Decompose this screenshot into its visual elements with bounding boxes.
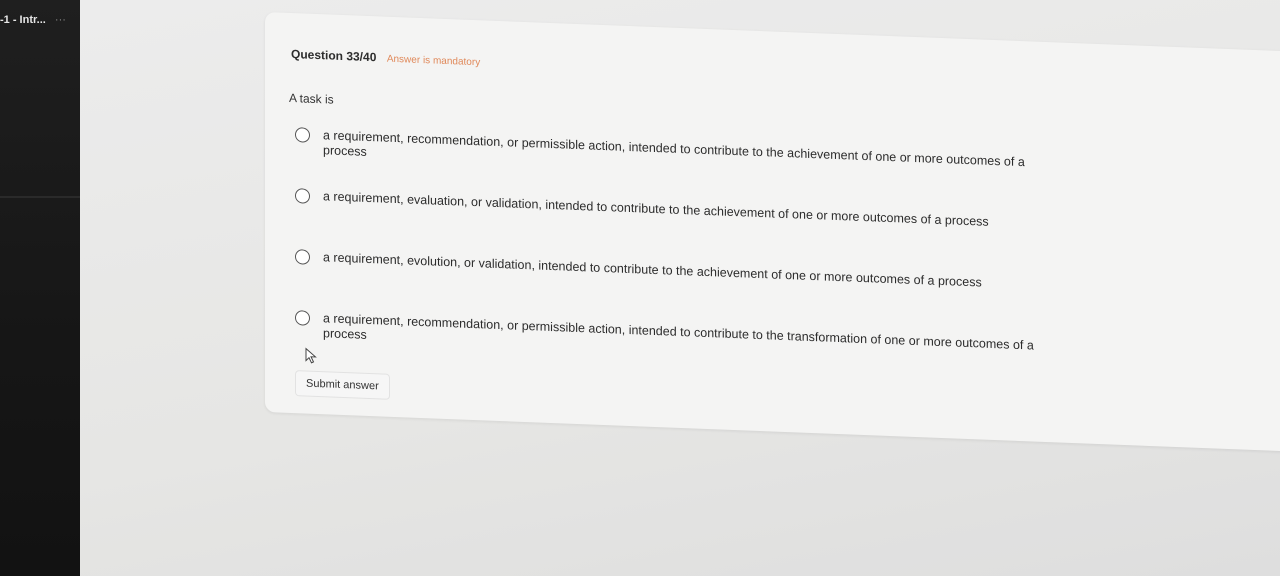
question-text: A task is — [289, 90, 334, 107]
radio-unchecked-icon[interactable] — [295, 310, 310, 326]
answer-option-3[interactable]: a requirement, evolution, or validation,… — [295, 249, 1055, 290]
answer-option-4[interactable]: a requirement, recommendation, or permis… — [295, 310, 1055, 353]
question-card: Question 33/40 Answer is mandatory A tas… — [265, 12, 1280, 453]
main-area: Question 33/40 Answer is mandatory A tas… — [80, 0, 1280, 576]
answer-option-label: a requirement, recommendation, or permis… — [323, 128, 1025, 170]
radio-unchecked-icon[interactable] — [295, 188, 310, 204]
submit-answer-button[interactable]: Submit answer — [295, 370, 390, 400]
radio-unchecked-icon[interactable] — [295, 127, 310, 143]
window-tab[interactable]: -1 - Intr... ··· — [0, 14, 66, 26]
answer-option-1[interactable]: a requirement, recommendation, or permis… — [295, 127, 1055, 169]
question-header: Question 33/40 Answer is mandatory — [291, 45, 480, 70]
sidebar-divider — [0, 196, 80, 198]
mouse-cursor-icon — [305, 347, 317, 364]
answer-option-2[interactable]: a requirement, evaluation, or validation… — [295, 188, 1055, 229]
answer-option-label: a requirement, evaluation, or validation… — [323, 189, 989, 229]
mandatory-note: Answer is mandatory — [386, 53, 481, 69]
app-sidebar: -1 - Intr... ··· — [0, 0, 80, 576]
window-tab-title: -1 - Intr... — [0, 14, 46, 26]
more-icon[interactable]: ··· — [55, 14, 66, 26]
answer-option-label: a requirement, recommendation, or permis… — [323, 311, 1034, 353]
question-number: Question 33/40 — [291, 46, 377, 65]
radio-unchecked-icon[interactable] — [295, 249, 310, 265]
answer-option-label: a requirement, evolution, or validation,… — [323, 250, 982, 290]
